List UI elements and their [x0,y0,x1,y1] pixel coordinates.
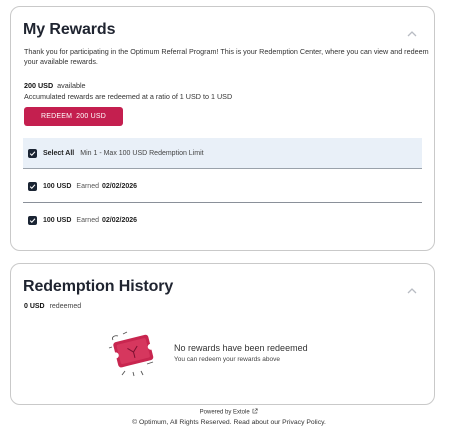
earned-date: 02/02/2026 [101,182,138,190]
checkbox-checked-icon[interactable] [28,216,37,225]
available-amount: 200 USD [24,81,54,90]
external-link-icon [251,408,258,416]
available-label: available [57,81,86,90]
redemption-history-card: Redemption History 0 USD redeemed No rew… [10,263,435,405]
reward-item-row[interactable]: 100 USD Earned 02/02/2026 [23,204,422,237]
privacy-policy-link[interactable]: © Optimum, All Rights Reserved. Read abo… [132,419,326,426]
select-all-row[interactable]: Select All Min 1 - Max 100 USD Redemptio… [23,138,422,169]
redeemed-total: 0 USD redeemed [24,303,81,310]
redemption-history-title: Redemption History [23,278,174,295]
my-rewards-card: My Rewards Thank you for participating i… [10,6,435,251]
checkbox-checked-icon[interactable] [28,181,37,191]
chevron-up-icon[interactable] [406,27,418,39]
empty-state-title: No rewards have been redeemed [174,343,308,353]
ratio-text: Accumulated rewards are redeemed at a ra… [24,92,233,101]
reward-amount: 100 USD [43,217,72,224]
checkbox-checked-icon[interactable] [28,148,37,158]
reward-amount: 100 USD [43,182,72,190]
reward-item-row[interactable]: 100 USD Earned 02/02/2026 [23,170,422,203]
earned-label: Earned [76,217,99,224]
powered-by-text: Powered by Extole [199,409,250,416]
redeemed-amount: 0 USD [24,303,45,310]
earned-date: 02/02/2026 [101,217,138,224]
powered-by-link[interactable]: Powered by Extole [0,408,458,416]
footer-copyright: © Optimum, All Rights Reserved. Read abo… [0,419,458,426]
redemption-limit-text: Min 1 - Max 100 USD Redemption Limit [80,149,204,157]
rewards-intro-text: Thank you for participating in the Optim… [24,47,429,66]
redeem-button-amount: 200 USD [76,113,106,120]
redeem-button-label: REDEEM [41,113,73,120]
redeemed-label: redeemed [49,303,82,310]
gift-ticket-illustration [103,326,165,382]
chevron-up-icon[interactable] [406,284,418,296]
empty-state-subtitle: You can redeem your rewards above [174,356,280,363]
select-all-label: Select All [43,149,75,157]
available-balance: 200 USD available [24,81,86,90]
redeem-button[interactable]: REDEEM 200 USD [24,107,123,126]
earned-label: Earned [76,182,99,190]
my-rewards-title: My Rewards [23,21,116,38]
